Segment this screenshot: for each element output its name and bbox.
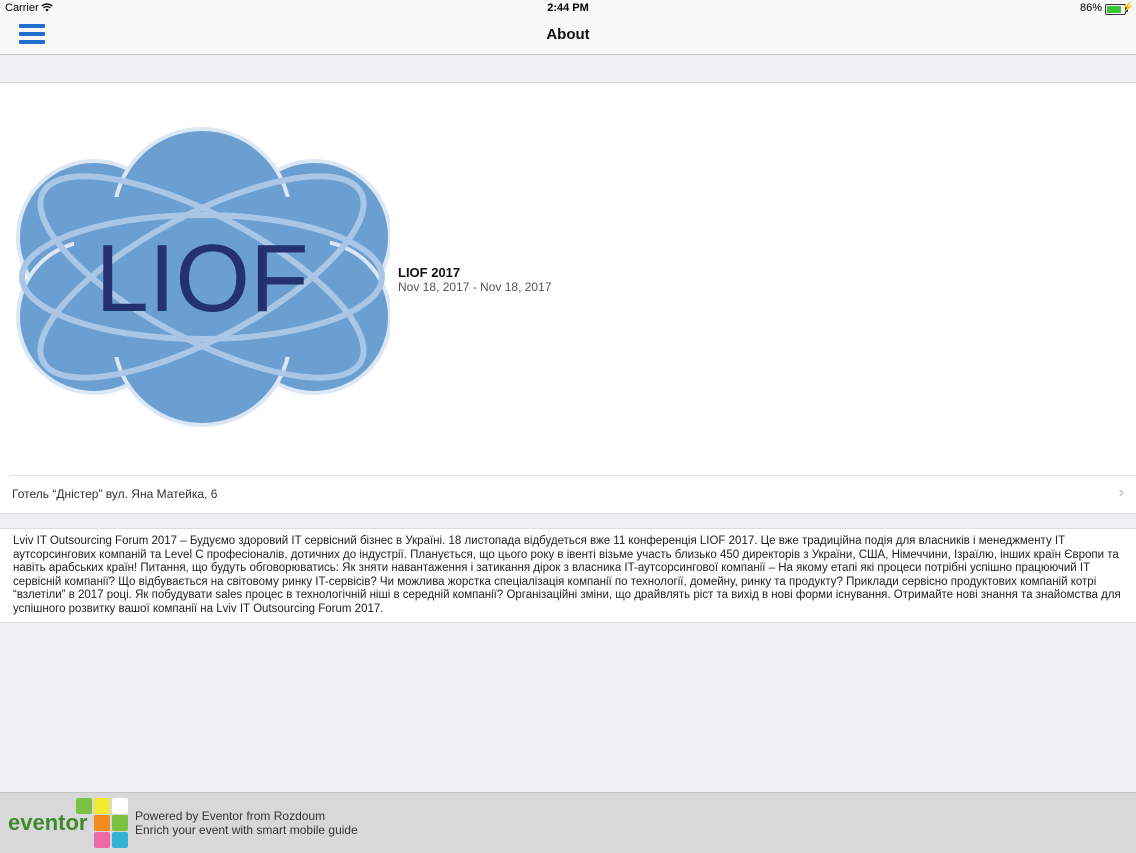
logo-text: LIOF — [95, 225, 308, 332]
event-dates: Nov 18, 2017 - Nov 18, 2017 — [398, 280, 552, 294]
status-time: 2:44 PM — [547, 2, 589, 14]
event-logo: LIOF — [16, 127, 390, 427]
brand-text: eventor — [8, 810, 88, 835]
description-text: Lviv IT Outsourcing Forum 2017 – Будуємо… — [13, 535, 1121, 615]
charging-icon: ⚡ — [1121, 2, 1134, 13]
event-header: LIOF LIOF 2017 Nov 18, 2017 - Nov 18, 20… — [0, 82, 1136, 514]
status-bar: Carrier 2:44 PM 86% ⚡ — [0, 0, 1136, 18]
tagline-text: Enrich your event with smart mobile guid… — [135, 823, 358, 837]
powered-by-text: Powered by Eventor from Rozdoum — [135, 809, 326, 823]
navigation-bar: About — [0, 18, 1136, 55]
page-title: About — [546, 26, 590, 43]
eventor-logo: eventor — [8, 798, 128, 848]
venue-address-row[interactable]: Готель “Дністер” вул. Яна Матейка, 6 › — [10, 475, 1136, 512]
event-name: LIOF 2017 — [398, 265, 461, 280]
venue-address: Готель “Дністер” вул. Яна Матейка, 6 — [12, 487, 218, 501]
chevron-right-icon: › — [1118, 484, 1124, 501]
footer-banner[interactable]: eventor Powered by Eventor from Rozdoum … — [0, 792, 1136, 853]
event-description: Lviv IT Outsourcing Forum 2017 – Будуємо… — [0, 528, 1136, 623]
battery-percent: 86% — [1079, 2, 1102, 14]
